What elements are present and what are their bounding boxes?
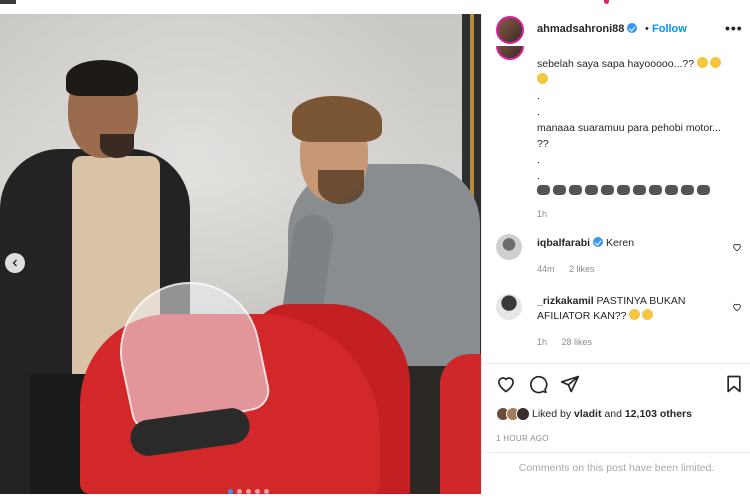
photo-man-right-beard [318,170,364,204]
caption-emoji-row-1 [537,72,737,88]
motorcycle-emoji-icon [537,185,550,195]
caption-line-1: sebelah saya sapa hayooooo...?? [537,56,737,72]
motorcycle-emoji-icon [569,185,582,195]
smile-emoji-icon [629,309,641,320]
carousel-prev-button[interactable] [5,253,25,273]
post-actions [496,374,746,396]
comment-time: 44m [537,264,555,274]
laugh-emoji-icon [642,309,654,320]
caption-sep-1: . [537,90,540,102]
caption-line-2: manaaa suaramuu para pehobi motor... [537,122,721,134]
comment-body: iqbalfarabi Keren [537,236,722,251]
comment-like-heart-icon[interactable] [732,242,742,252]
author-username[interactable]: ahmadsahroni88 [537,23,638,35]
likers-avatars [496,407,530,421]
post-caption: sebelah saya sapa hayooooo...?? . . mana… [537,56,737,222]
caption-motorcycle-emojis [537,184,737,200]
photo-man-left-hair [66,60,138,96]
comment-likes[interactable]: 28 likes [562,337,593,347]
motorcycle-emoji-icon [697,185,710,195]
comment-bubble-icon[interactable] [528,374,548,394]
post-header: ahmadsahroni88 • Follow ••• [482,14,750,46]
motorcycle-emoji-icon [617,185,630,195]
post-side-panel: ahmadsahroni88 • Follow ••• sebelah saya… [481,14,750,494]
caption-sep-4: . [537,170,540,182]
motorcycle-emoji-icon [649,185,662,195]
post-timestamp[interactable]: 1 HOUR AGO [496,434,549,443]
author-username-text[interactable]: ahmadsahroni88 [537,23,624,35]
more-options-icon[interactable]: ••• [725,20,743,36]
motorcycle-emoji-icon [681,185,694,195]
photo-man-left-beard [100,134,134,158]
author-avatar[interactable] [496,16,524,44]
post-photo[interactable] [0,14,481,494]
photo-motorcycle-right [440,354,481,494]
grin-emoji-icon [709,57,721,68]
motorcycle-emoji-icon [665,185,678,195]
comment-likes[interactable]: 2 likes [569,264,595,274]
save-bookmark-icon[interactable] [724,374,744,394]
likes-count[interactable]: 12,103 others [625,408,692,420]
comment-avatar[interactable] [496,294,522,320]
comment-username[interactable]: _rizkakamil [537,295,594,307]
verified-badge-icon [627,23,638,33]
comment-time: 1h [537,337,548,347]
caption-time: 1h [537,209,548,219]
like-heart-icon[interactable] [496,374,516,394]
browser-top-strip [0,0,750,14]
motorcycle-emoji-icon [553,185,566,195]
notification-dot [604,0,609,4]
comments-limited-notice: Comments on this post have been limited. [518,462,715,474]
comment-meta: 44m 2 likes [537,264,607,274]
comment-like-heart-icon[interactable] [732,302,742,312]
caption-line-3: ?? [537,138,549,150]
comment-username[interactable]: iqbalfarabi [537,237,590,249]
caption-sep-2: . [537,106,540,118]
photo-man-right-hair [292,96,382,142]
chevron-left-icon [12,259,17,267]
comment-body: _rizkakamil PASTINYA BUKAN AFILIATOR KAN… [537,294,722,324]
likes-middle: and [604,408,622,420]
caption-avatar-crop [496,46,524,60]
verified-badge-icon [593,237,604,247]
bottom-border [0,494,750,500]
comments-divider [482,452,750,453]
motorcycle-emoji-icon [601,185,614,195]
comment-avatar[interactable] [496,234,522,260]
comment-text: Keren [606,237,635,249]
motorcycle-emoji-icon [585,185,598,195]
top-strip-mark [0,0,16,4]
motorcycle-emoji-icon [633,185,646,195]
grin-emoji-icon [537,73,548,84]
comment-meta: 1h 28 likes [537,337,604,347]
caption-sep-3: . [537,154,540,166]
liker-avatar [516,407,530,421]
likes-prefix: Liked by [532,408,572,420]
share-paper-plane-icon[interactable] [560,374,580,394]
grin-emoji-icon [696,57,708,68]
header-separator: • [645,23,649,35]
likes-user[interactable]: vladit [574,408,601,420]
caption-avatar[interactable] [496,46,524,60]
caption-text-1: sebelah saya sapa hayooooo...?? [537,58,695,70]
actions-divider [482,363,750,364]
follow-button[interactable]: Follow [652,23,687,35]
likes-summary[interactable]: Liked by vladit and 12,103 others [496,407,692,421]
